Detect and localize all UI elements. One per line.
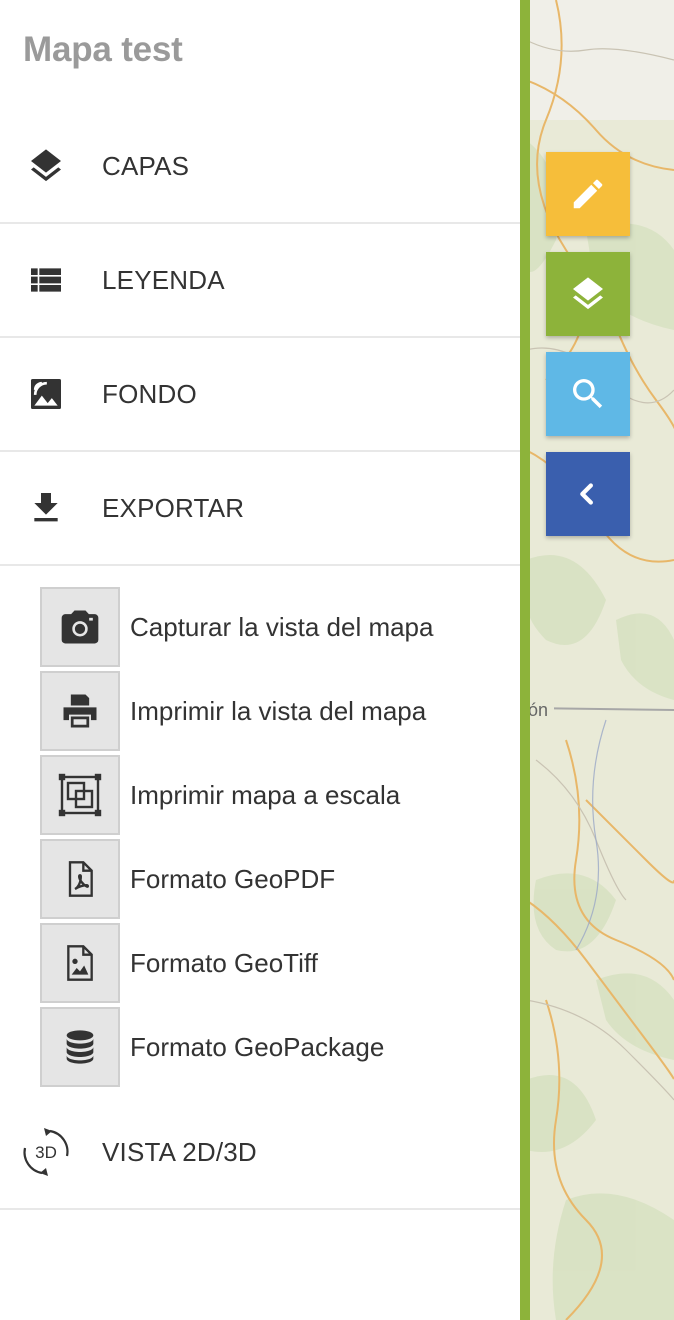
- pdf-file-icon: [40, 839, 120, 919]
- page-title: Mapa test: [23, 30, 183, 69]
- menu-item-label: FONDO: [102, 378, 197, 409]
- export-option-label: Imprimir la vista del mapa: [130, 695, 427, 726]
- search-icon: [573, 379, 603, 409]
- export-option-label: Imprimir mapa a escala: [130, 779, 401, 810]
- menu-item-capas[interactable]: CAPAS: [0, 110, 520, 224]
- side-panel: Mapa test CAPAS LEYENDA FONDO EXPORTAR C…: [0, 0, 520, 1320]
- image-icon: [26, 374, 66, 414]
- image-file-icon: [40, 923, 120, 1003]
- rotate-3d-icon: 3D: [20, 1126, 72, 1178]
- printer-icon: [40, 671, 120, 751]
- search-button[interactable]: [546, 352, 630, 436]
- camera-icon: [40, 587, 120, 667]
- edit-button[interactable]: [546, 152, 630, 236]
- menu-item-vista-2d-3d[interactable]: 3D VISTA 2D/3D: [0, 1096, 520, 1210]
- export-option-capture[interactable]: Capturar la vista del mapa: [40, 587, 433, 667]
- pencil-icon: [573, 179, 603, 209]
- download-icon: [26, 488, 66, 528]
- export-option-print-view[interactable]: Imprimir la vista del mapa: [40, 671, 426, 751]
- scale-frame-icon: [40, 755, 120, 835]
- layers-button[interactable]: [546, 252, 630, 336]
- layers-icon: [26, 146, 66, 186]
- menu-item-label: CAPAS: [102, 150, 190, 181]
- rotate-3d-icon-text: 3D: [35, 1143, 57, 1162]
- collapse-button[interactable]: [546, 452, 630, 536]
- map-place-label: ón: [528, 700, 549, 720]
- export-option-label: Formato GeoTiff: [130, 947, 318, 978]
- export-option-geotiff[interactable]: Formato GeoTiff: [40, 923, 318, 1003]
- menu-item-label: VISTA 2D/3D: [102, 1136, 257, 1167]
- export-option-label: Capturar la vista del mapa: [130, 611, 434, 642]
- menu-item-exportar[interactable]: EXPORTAR: [0, 452, 520, 566]
- export-option-geopdf[interactable]: Formato GeoPDF: [40, 839, 335, 919]
- export-option-label: Formato GeoPackage: [130, 1031, 385, 1062]
- menu-item-label: EXPORTAR: [102, 492, 245, 523]
- menu-item-label: LEYENDA: [102, 264, 225, 295]
- export-option-geopackage[interactable]: Formato GeoPackage: [40, 1007, 384, 1087]
- database-icon: [40, 1007, 120, 1087]
- layers-icon: [573, 277, 603, 310]
- menu-item-leyenda[interactable]: LEYENDA: [0, 224, 520, 338]
- export-option-print-scale[interactable]: Imprimir mapa a escala: [40, 755, 400, 835]
- list-icon: [26, 260, 66, 300]
- menu-item-fondo[interactable]: FONDO: [0, 338, 520, 452]
- panel-divider: [520, 0, 530, 1320]
- export-option-label: Formato GeoPDF: [130, 863, 336, 894]
- chevron-left-icon: [580, 483, 593, 505]
